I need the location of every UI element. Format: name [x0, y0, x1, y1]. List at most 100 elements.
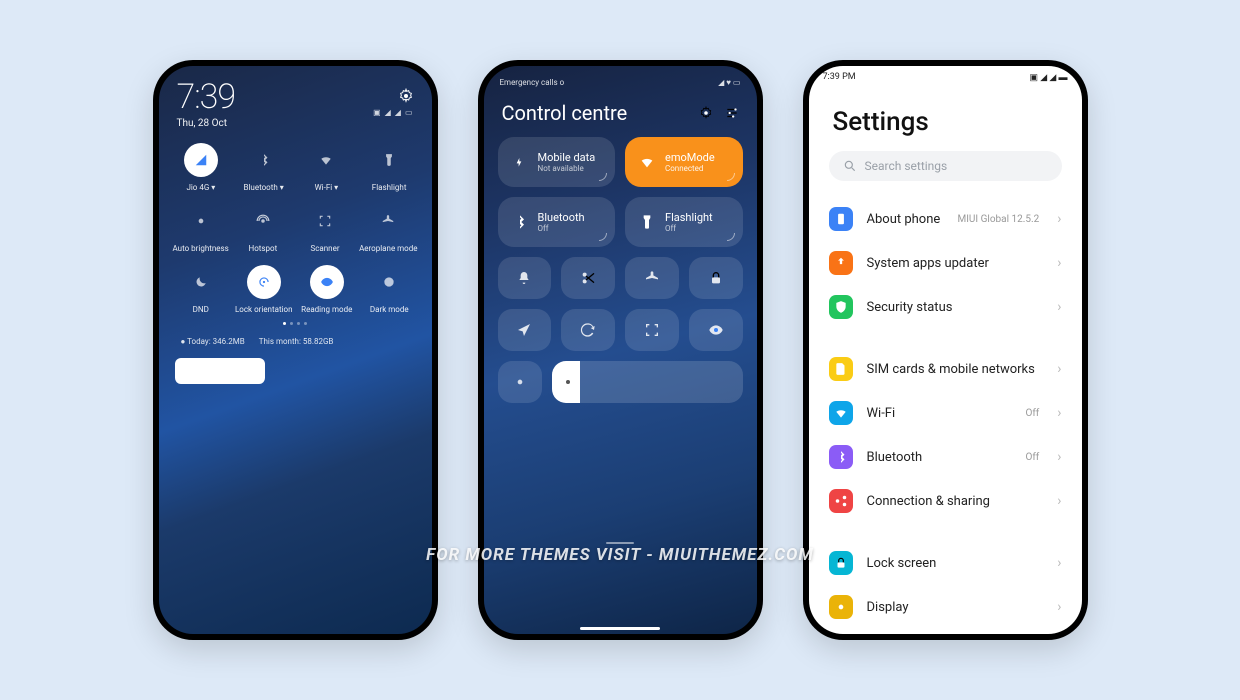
settings-item-update[interactable]: System apps updater› [829, 241, 1062, 285]
page-title: Control centre [502, 101, 628, 125]
wifi-icon [319, 153, 333, 167]
eye-icon [708, 322, 724, 338]
dark-icon [382, 275, 396, 289]
qs-toggle-torch[interactable]: Flashlight [361, 143, 418, 192]
status-indicators: ▣ ◢ ◢ ▬ [1029, 72, 1067, 83]
tile-subtitle: Connected [665, 164, 715, 173]
clock-time: 7:39 [177, 80, 236, 114]
bt-icon [512, 214, 528, 230]
cc-toggle-sync[interactable] [561, 309, 615, 351]
cc-toggle-scan[interactable] [625, 309, 679, 351]
cc-toggle-eye[interactable] [689, 309, 743, 351]
gear-icon[interactable] [398, 88, 414, 104]
qs-label: DND [193, 305, 209, 314]
settings-item-wifi[interactable]: Wi-FiOff› [829, 391, 1062, 435]
settings-item-sun[interactable]: Display› [829, 585, 1062, 629]
cc-tile-data[interactable]: Mobile dataNot available [498, 137, 616, 187]
settings-value: Off [1025, 452, 1039, 463]
chevron-right-icon: › [1057, 555, 1061, 571]
qs-label: Wi-Fi ▾ [315, 183, 339, 192]
drag-handle[interactable] [606, 542, 634, 544]
share-icon [834, 494, 848, 508]
torch-icon [639, 214, 655, 230]
cc-tile-bt[interactable]: BluetoothOff [498, 197, 616, 247]
sun-icon [562, 376, 574, 388]
eye-icon [320, 275, 334, 289]
cc-tile-wifi[interactable]: emoModeConnected [625, 137, 743, 187]
cc-tile-torch[interactable]: FlashlightOff [625, 197, 743, 247]
torch-icon [382, 153, 396, 167]
cc-toggle-plane[interactable] [625, 257, 679, 299]
settings-label: Security status [867, 300, 1044, 315]
status-indicators: ◢ ♥ ▭ [718, 78, 740, 87]
qs-label: Auto brightness [173, 244, 229, 253]
plane-icon [381, 214, 395, 228]
scan-icon [644, 322, 660, 338]
bt-icon [834, 450, 848, 464]
plane-icon [644, 270, 660, 286]
quick-settings-row-1: Jio 4G ▾ Bluetooth ▾ Wi-Fi ▾ Flashlight [159, 135, 432, 196]
settings-value: MIUI Global 12.5.2 [957, 214, 1039, 225]
qs-toggle-auto[interactable]: Auto brightness [173, 204, 229, 253]
cc-toggle-nav[interactable] [498, 309, 552, 351]
settings-label: Connection & sharing [867, 494, 1044, 509]
tile-subtitle: Not available [538, 164, 596, 173]
cut-icon [580, 270, 596, 286]
settings-item-shield[interactable]: Security status› [829, 285, 1062, 329]
status-bar: 7:39 Thu, 28 Oct [159, 66, 432, 135]
data-usage: ● Today: 346.2MB This month: 58.82GB [159, 331, 432, 352]
settings-item-lock[interactable]: Lock screen› [829, 541, 1062, 585]
phone-settings: 7:39 PM ▣ ◢ ◢ ▬ Settings Search settings… [803, 60, 1088, 640]
qs-toggle-plane[interactable]: Aeroplane mode [359, 204, 417, 253]
clock-date: Thu, 28 Oct [177, 118, 236, 129]
signal-icon [194, 153, 208, 167]
chevron-right-icon: › [1057, 493, 1061, 509]
sync-icon [580, 322, 596, 338]
wifi-icon [834, 406, 848, 420]
qs-toggle-wifi[interactable]: Wi-Fi ▾ [298, 143, 355, 192]
scan-icon [318, 214, 332, 228]
brightness-slider[interactable] [552, 361, 743, 403]
auto-brightness-icon [513, 375, 527, 389]
moon-icon [194, 275, 208, 289]
settings-item-bt[interactable]: BluetoothOff› [829, 435, 1062, 479]
qs-label: Jio 4G ▾ [186, 183, 215, 192]
chevron-right-icon: › [1057, 255, 1061, 271]
qs-label: Flashlight [372, 183, 407, 192]
nav-icon [516, 322, 532, 338]
chevron-right-icon: › [1057, 211, 1061, 227]
notification-card[interactable] [175, 358, 265, 384]
qs-toggle-lockrot[interactable]: Lock orientation [235, 265, 293, 314]
settings-item-share[interactable]: Connection & sharing › [829, 479, 1062, 523]
page-indicator [159, 318, 432, 331]
qs-toggle-signal[interactable]: Jio 4G ▾ [173, 143, 230, 192]
cc-toggle-cut[interactable] [561, 257, 615, 299]
home-bar[interactable] [580, 627, 660, 630]
search-icon [843, 159, 857, 173]
cc-toggle-bell[interactable] [498, 257, 552, 299]
settings-item-phone[interactable]: About phoneMIUI Global 12.5.2› [829, 197, 1062, 241]
wifi-icon [639, 154, 655, 170]
settings-item-sound[interactable]: Sound & vibration› [829, 629, 1062, 634]
quick-settings-row-3: DND Lock orientationReading modeDark mode [159, 257, 432, 318]
qs-toggle-dark[interactable]: Dark mode [361, 265, 418, 314]
settings-item-sim[interactable]: SIM cards & mobile networks› [829, 347, 1062, 391]
qs-toggle-moon[interactable]: DND [173, 265, 230, 314]
tile-title: Mobile data [538, 151, 596, 164]
gear-icon[interactable] [699, 106, 713, 120]
settings-label: Bluetooth [867, 450, 1012, 465]
tile-title: Bluetooth [538, 211, 585, 224]
qs-toggle-eye[interactable]: Reading mode [299, 265, 356, 314]
cc-toggle-lock[interactable] [689, 257, 743, 299]
qs-toggle-scan[interactable]: Scanner [297, 204, 353, 253]
auto-brightness-toggle[interactable] [498, 361, 542, 403]
settings-value: Off [1025, 408, 1039, 419]
chevron-right-icon: › [1057, 405, 1061, 421]
qs-toggle-hotspot[interactable]: Hotspot [235, 204, 291, 253]
qs-toggle-bt[interactable]: Bluetooth ▾ [235, 143, 292, 192]
page-title: Settings [809, 89, 1082, 151]
sliders-icon[interactable] [725, 106, 739, 120]
search-input[interactable]: Search settings [829, 151, 1062, 181]
status-bar: 7:39 PM ▣ ◢ ◢ ▬ [809, 66, 1082, 89]
lock-icon [708, 270, 724, 286]
